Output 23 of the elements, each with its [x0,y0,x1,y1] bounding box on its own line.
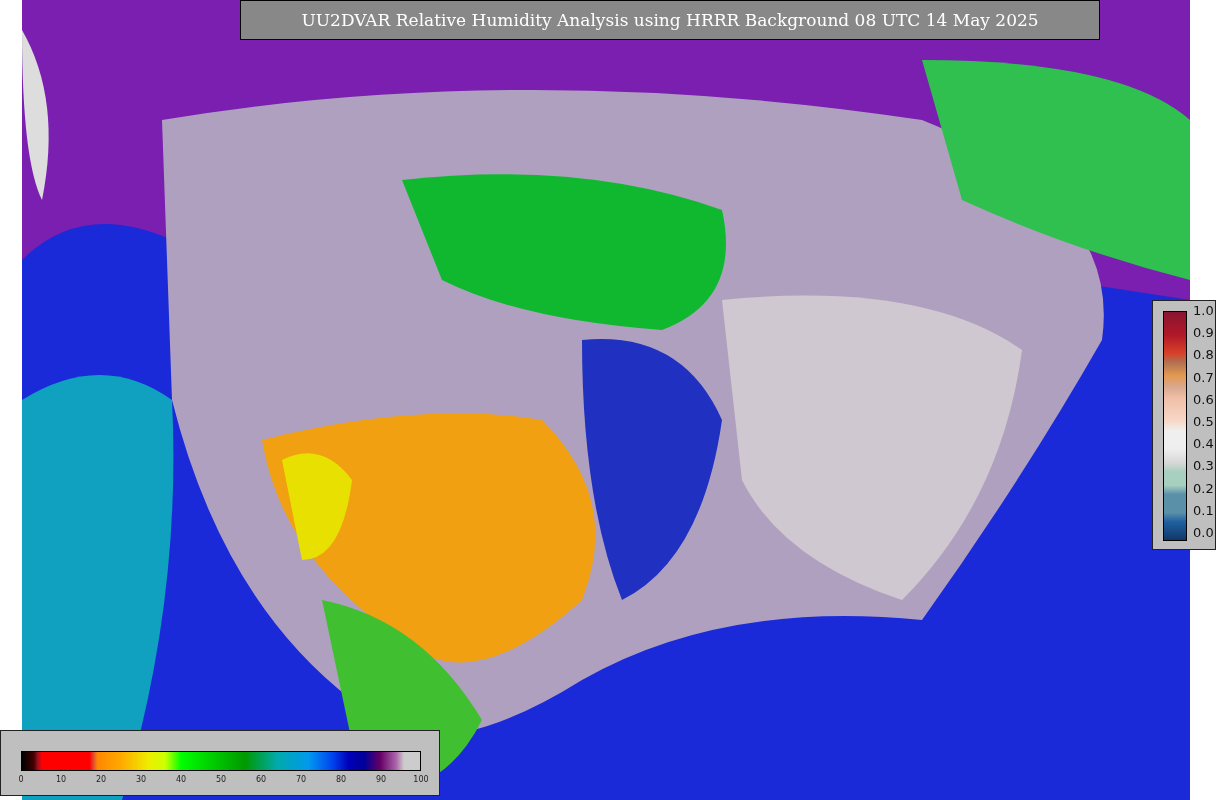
scale-tick-label: 0.7 [1193,369,1214,386]
scale-tick-label: 20 [95,775,107,784]
scale-tick-label: 90 [375,775,387,784]
scale-tick-label: 0.2 [1193,480,1214,497]
scale-tick-label: 0.5 [1193,413,1214,430]
chart-title: UU2DVAR Relative Humidity Analysis using HRRR Background 08 UTC 14 May 2025 [240,0,1100,40]
scale-tick-label: 0.6 [1193,391,1214,408]
scale-tick-label: 0.4 [1193,436,1214,453]
scale-tick-label: 0.9 [1193,325,1214,342]
scale-tick-label: 40 [175,775,187,784]
scale-tick-label: 10 [55,775,67,784]
scale-tick-label: 70 [295,775,307,784]
scale-tick-label: 0.0 [1193,524,1214,541]
scale-tick-label: 0.8 [1193,347,1214,364]
scale-tick-label: 0.3 [1193,458,1214,475]
scale-tick-label: 0 [18,775,24,784]
scale-tick-label: 60 [255,775,267,784]
scale-tick-label: 1.0 [1193,303,1214,319]
scale-tick-label: 30 [135,775,147,784]
scale-tick-label: 80 [335,775,347,784]
scale-tick-label: 50 [215,775,227,784]
scale-tick-label: 0.1 [1193,502,1214,519]
scale-tick-label: 100 [413,775,429,784]
